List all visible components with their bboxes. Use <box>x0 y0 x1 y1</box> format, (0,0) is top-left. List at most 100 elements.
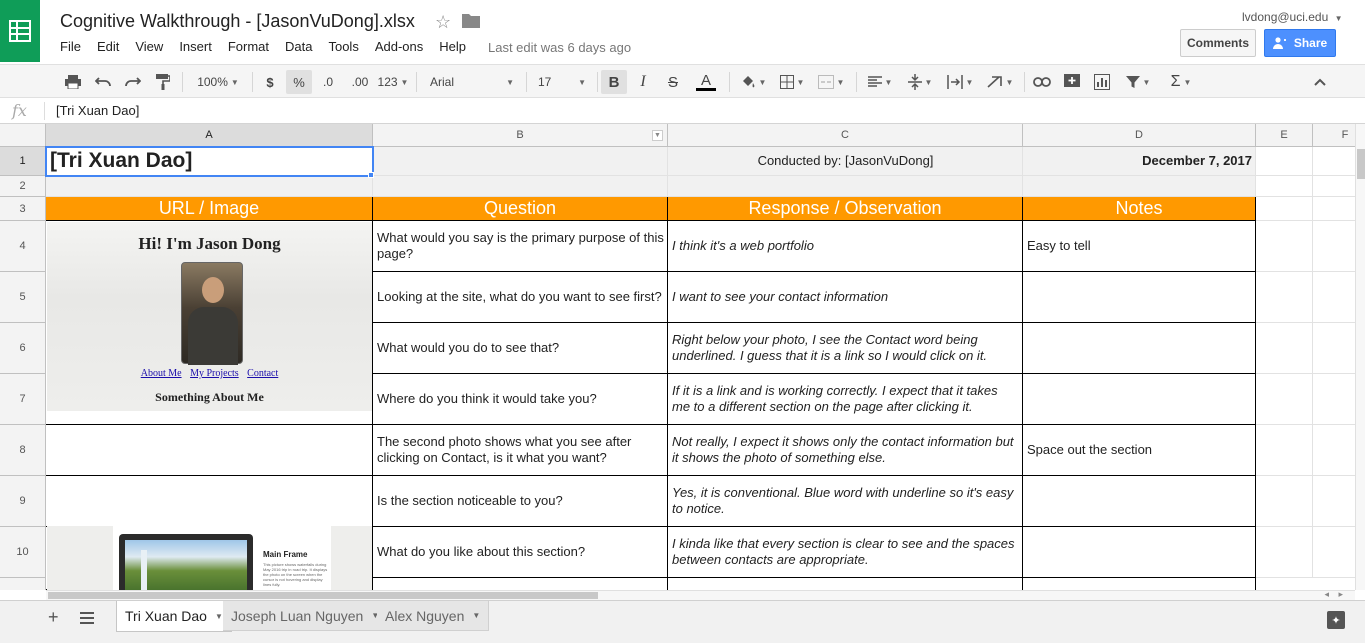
sheet-tab-joseph-luan-nguyen[interactable]: Joseph Luan Nguyen ▼ <box>223 601 389 631</box>
cell-e9[interactable] <box>1256 476 1313 527</box>
cell-b2[interactable] <box>373 176 668 197</box>
more-formats-button[interactable]: 123 ▼ <box>376 70 410 94</box>
response-cell[interactable]: I kinda like that every section is clear… <box>668 527 1023 578</box>
row-header-11[interactable] <box>0 578 46 590</box>
column-header-c[interactable]: C <box>668 124 1023 147</box>
column-header-d[interactable]: D <box>1023 124 1256 147</box>
menu-data[interactable]: Data <box>285 39 312 54</box>
menu-view[interactable]: View <box>135 39 163 54</box>
decrease-decimal-button[interactable]: .0 <box>316 70 340 94</box>
chevron-down-icon[interactable]: ▼ <box>215 612 223 621</box>
insert-comment-icon[interactable] <box>1060 70 1084 94</box>
insert-link-icon[interactable] <box>1030 70 1054 94</box>
cell-e10[interactable] <box>1256 527 1313 578</box>
select-all-corner[interactable] <box>0 124 46 147</box>
main-frame-screenshot-image[interactable]: Main Frame This picture shows waterfalls… <box>47 526 372 590</box>
explore-icon[interactable]: ✦ <box>1327 611 1345 629</box>
comments-button[interactable]: Comments <box>1180 29 1256 57</box>
cell-f8[interactable] <box>1313 425 1355 476</box>
cell-b11[interactable] <box>373 578 668 590</box>
scroll-right-icon[interactable]: ▸ <box>1338 589 1343 600</box>
row-header-5[interactable]: 5 <box>0 272 46 323</box>
text-color-button[interactable]: A <box>689 70 723 94</box>
paint-format-icon[interactable] <box>151 70 175 94</box>
notes-cell[interactable] <box>1023 374 1256 425</box>
share-button[interactable]: Share <box>1264 29 1336 57</box>
question-cell[interactable]: What do you like about this section? <box>373 527 668 578</box>
row-header-8[interactable]: 8 <box>0 425 46 476</box>
cell-c1[interactable]: Conducted by: [JasonVuDong] <box>668 147 1023 176</box>
column-header-e[interactable]: E <box>1256 124 1313 147</box>
vertical-scroll-thumb[interactable] <box>1357 149 1365 179</box>
undo-icon[interactable] <box>91 70 115 94</box>
document-title[interactable]: Cognitive Walkthrough - [JasonVuDong].xl… <box>60 11 415 32</box>
cell-f6[interactable] <box>1313 323 1355 374</box>
currency-format-button[interactable]: $ <box>258 70 282 94</box>
cell-a8[interactable] <box>46 425 373 476</box>
text-wrap-button[interactable]: ▼ <box>942 70 978 94</box>
row-header-9[interactable]: 9 <box>0 476 46 527</box>
cell-f4[interactable] <box>1313 221 1355 272</box>
response-cell[interactable]: Not really, I expect it shows only the c… <box>668 425 1023 476</box>
notes-cell[interactable] <box>1023 527 1256 578</box>
response-cell[interactable]: If it is a link and is working correctly… <box>668 374 1023 425</box>
cell-d2[interactable] <box>1023 176 1256 197</box>
percent-format-button[interactable]: % <box>286 70 312 94</box>
question-cell[interactable]: Looking at the site, what do you want to… <box>373 272 668 323</box>
redo-icon[interactable] <box>121 70 145 94</box>
cell-a1[interactable]: [Tri Xuan Dao] <box>46 147 373 176</box>
response-cell[interactable]: Yes, it is conventional. Blue word with … <box>668 476 1023 527</box>
row-header-3[interactable]: 3 <box>0 197 46 221</box>
header-question[interactable]: Question <box>373 197 668 221</box>
question-cell[interactable]: The second photo shows what you see afte… <box>373 425 668 476</box>
response-cell[interactable]: I think it's a web portfolio <box>668 221 1023 272</box>
collapse-menu-icon[interactable] <box>1308 70 1332 94</box>
fill-color-button[interactable]: ▼ <box>735 70 771 94</box>
cell-e8[interactable] <box>1256 425 1313 476</box>
row-header-2[interactable]: 2 <box>0 176 46 197</box>
folder-icon[interactable] <box>462 12 480 33</box>
menu-insert[interactable]: Insert <box>179 39 212 54</box>
menu-addons[interactable]: Add-ons <box>375 39 423 54</box>
column-header-b[interactable]: B ▼ <box>373 124 668 147</box>
notes-cell[interactable]: Space out the section <box>1023 425 1256 476</box>
functions-button[interactable]: Σ ▼ <box>1163 70 1199 94</box>
portfolio-screenshot-image[interactable]: Hi! I'm Jason Dong About Me My Projects … <box>47 222 372 411</box>
row-header-4[interactable]: 4 <box>0 221 46 272</box>
cell-f7[interactable] <box>1313 374 1355 425</box>
font-size-select[interactable]: 17 ▼ <box>532 70 592 94</box>
row-header-10[interactable]: 10 <box>0 527 46 578</box>
notes-cell[interactable]: Easy to tell <box>1023 221 1256 272</box>
add-sheet-icon[interactable]: + <box>48 607 59 628</box>
column-header-f[interactable]: F <box>1313 124 1355 147</box>
notes-cell[interactable] <box>1023 272 1256 323</box>
header-url-image[interactable]: URL / Image <box>46 197 373 221</box>
cell-d1[interactable]: December 7, 2017 <box>1023 147 1256 176</box>
sheets-logo[interactable] <box>0 0 40 62</box>
cell-f1[interactable] <box>1313 147 1355 176</box>
question-cell[interactable]: Where do you think it would take you? <box>373 374 668 425</box>
cell-c2[interactable] <box>668 176 1023 197</box>
cell-e2[interactable] <box>1256 176 1313 197</box>
menu-help[interactable]: Help <box>439 39 466 54</box>
user-account[interactable]: lvdong@uci.edu ▼ <box>1242 10 1343 24</box>
cell-c11[interactable] <box>668 578 1023 590</box>
cell-b1[interactable] <box>373 147 668 176</box>
all-sheets-icon[interactable] <box>80 611 94 629</box>
header-notes[interactable]: Notes <box>1023 197 1256 221</box>
sheet-tab-alex-nguyen[interactable]: Alex Nguyen ▼ <box>377 601 490 631</box>
cell-f9[interactable] <box>1313 476 1355 527</box>
zoom-select[interactable]: 100% ▼ <box>190 70 246 94</box>
cell-f10[interactable] <box>1313 527 1355 578</box>
menu-file[interactable]: File <box>60 39 81 54</box>
row-header-1[interactable]: 1 <box>0 147 46 176</box>
cell-e1[interactable] <box>1256 147 1313 176</box>
print-icon[interactable] <box>61 70 85 94</box>
cell-f5[interactable] <box>1313 272 1355 323</box>
response-cell[interactable]: Right below your photo, I see the Contac… <box>668 323 1023 374</box>
sheet-tab-tri-xuan-dao[interactable]: Tri Xuan Dao ▼ <box>116 601 232 632</box>
menu-tools[interactable]: Tools <box>328 39 358 54</box>
cell-f2[interactable] <box>1313 176 1355 197</box>
last-edit-status[interactable]: Last edit was 6 days ago <box>488 40 631 55</box>
text-rotation-button[interactable]: ▼ <box>982 70 1018 94</box>
